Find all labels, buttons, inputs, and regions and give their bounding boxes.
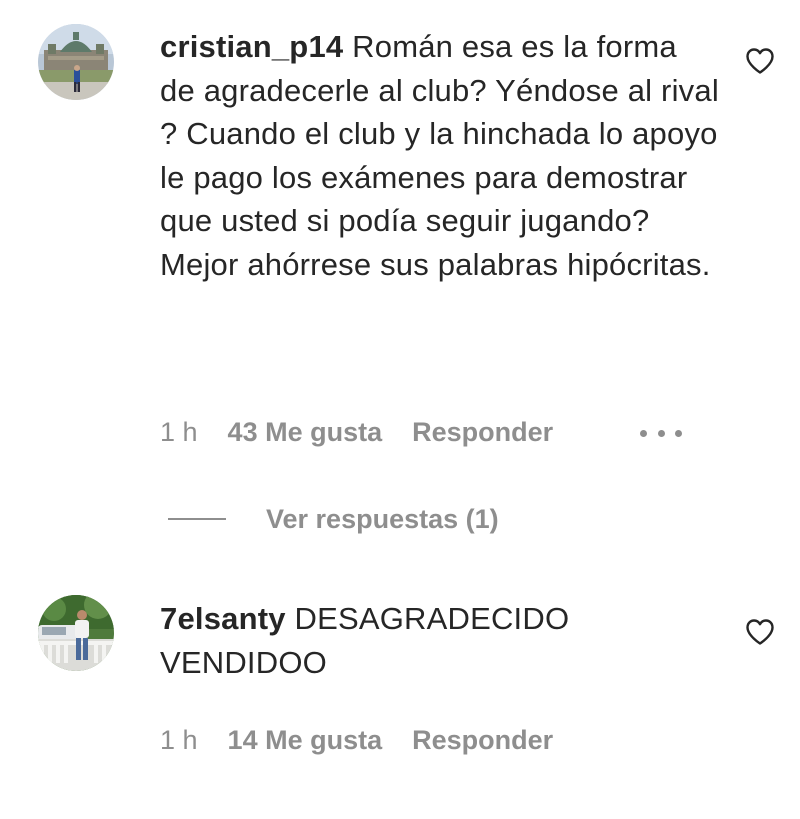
view-replies-button[interactable]: Ver respuestas (1) [168, 500, 499, 538]
comment-body: Román esa es la forma de agradecerle al … [160, 29, 719, 282]
comment-time: 1 h [160, 416, 198, 447]
reply-button[interactable]: Responder [412, 725, 553, 756]
view-replies-label: Ver respuestas (1) [266, 503, 499, 534]
like-count[interactable]: 43 Me gusta [228, 417, 383, 448]
more-options-icon[interactable] [640, 423, 682, 443]
replies-divider-line [168, 518, 226, 520]
heart-icon[interactable] [745, 47, 775, 75]
avatar-image [38, 24, 114, 100]
avatar-image [38, 595, 114, 671]
more-dot [657, 429, 665, 437]
comment-username[interactable]: cristian_p14 [160, 29, 343, 64]
comment-meta: 1 h 43 Me gusta Responder [160, 415, 553, 449]
comment-username[interactable]: 7elsanty [160, 601, 286, 636]
comment-text: 7elsanty DESAGRADECIDO VENDIDOO [160, 597, 720, 684]
more-dot [640, 429, 647, 437]
heart-icon[interactable] [745, 618, 775, 646]
avatar[interactable] [38, 595, 114, 671]
reply-button[interactable]: Responder [412, 417, 553, 448]
more-dot [675, 429, 682, 437]
comment-time: 1 h [160, 724, 198, 755]
comment-meta: 1 h 14 Me gusta Responder [160, 723, 553, 757]
avatar[interactable] [38, 24, 114, 100]
like-count[interactable]: 14 Me gusta [228, 725, 383, 756]
comment-text: cristian_p14 Román esa es la forma de ag… [160, 25, 720, 286]
